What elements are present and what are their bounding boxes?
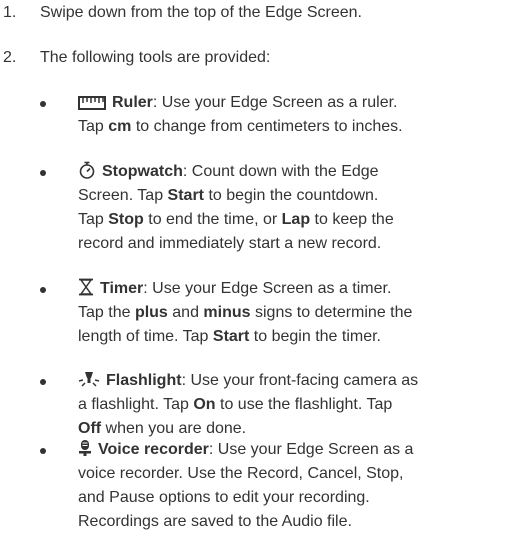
tool-name: Ruler <box>112 94 153 111</box>
step-text: The following tools are provided: <box>40 49 271 66</box>
text-run: : Use your Edge Screen as a timer. <box>143 280 392 297</box>
tool-line-2: Tap the plus and minus signs to determin… <box>78 301 508 325</box>
bold-term: Lap <box>281 211 311 228</box>
bold-term: Stop <box>108 211 144 228</box>
text-run: Tap the <box>78 304 135 321</box>
tool-description: Voice recorder: Use your Edge Screen as … <box>78 438 508 534</box>
text-run: to begin the countdown. <box>204 187 379 204</box>
text-run: Screen. Tap <box>78 187 168 204</box>
text-run: length of time. Tap <box>78 328 213 345</box>
text-run: when you are done. <box>101 420 247 437</box>
step-number: 1. <box>3 4 17 21</box>
tool-name: Timer <box>100 280 144 297</box>
bold-term: plus <box>134 304 168 321</box>
bold-term: Start <box>212 328 250 345</box>
tool-line-4: Recordings are saved to the Audio file. <box>78 510 508 534</box>
text-run: a flashlight. Tap <box>78 396 194 413</box>
tool-line-3: and Pause options to edit your recording… <box>78 486 508 510</box>
tool-description: Timer: Use your Edge Screen as a timer. … <box>78 277 508 349</box>
bullet-icon <box>40 170 46 176</box>
bold-term: cm <box>108 118 132 135</box>
tool-name: Voice recorder <box>98 441 209 458</box>
text-run: record and immediately start a new recor… <box>78 235 382 252</box>
text-run: : Use your Edge Screen as a ruler. <box>152 94 398 111</box>
tool-line-1: Flashlight: Use your front-facing camera… <box>78 369 508 393</box>
bullet-icon <box>40 448 46 454</box>
tool-name: Stopwatch <box>102 163 183 180</box>
text-run: voice recorder. Use the Record, Cancel, … <box>78 465 404 482</box>
text-run: to end the time, or <box>143 211 282 228</box>
tool-description: Ruler: Use your Edge Screen as a ruler. … <box>78 91 508 139</box>
text-run: Tap <box>78 118 109 135</box>
text-run: signs to determine the <box>250 304 413 321</box>
text-run: to begin the timer. <box>249 328 381 345</box>
text-run: : Use your front-facing camera as <box>181 372 419 389</box>
text-run: : Count down with the Edge <box>182 163 379 180</box>
bold-term: Off <box>78 420 102 437</box>
text-run: to use the flashlight. Tap <box>215 396 393 413</box>
tool-description: Stopwatch: Count down with the Edge Scre… <box>78 160 508 256</box>
text-run: Recordings are saved to the Audio file. <box>78 513 352 530</box>
bold-term: minus <box>203 304 251 321</box>
tool-line-1: Voice recorder: Use your Edge Screen as … <box>78 438 508 462</box>
tool-name: Flashlight <box>106 372 182 389</box>
text-run: to keep the <box>310 211 394 228</box>
text-run: Tap <box>78 211 109 228</box>
tool-line-1: Ruler: Use your Edge Screen as a ruler. <box>78 91 508 115</box>
text-run: : Use your Edge Screen as a <box>208 441 414 458</box>
step-text: Swipe down from the top of the Edge Scre… <box>40 4 362 21</box>
tool-line-1: Stopwatch: Count down with the Edge <box>78 160 508 184</box>
bold-term: Start <box>167 187 204 204</box>
text-run: to change from centimeters to inches. <box>131 118 403 135</box>
tool-line-3: Tap Stop to end the time, or Lap to keep… <box>78 208 508 232</box>
tool-line-1: Timer: Use your Edge Screen as a timer. <box>78 277 508 301</box>
stopwatch-icon <box>78 161 96 179</box>
tool-description: Flashlight: Use your front-facing camera… <box>78 369 508 441</box>
bullet-icon <box>40 379 46 385</box>
tool-line-2: Screen. Tap Start to begin the countdown… <box>78 184 508 208</box>
flashlight-icon <box>78 370 100 388</box>
text-run: and Pause options to edit your recording… <box>78 489 370 506</box>
tool-line-2: Tap cm to change from centimeters to inc… <box>78 115 508 139</box>
microphone-icon <box>78 439 92 457</box>
tool-line-2: a flashlight. Tap On to use the flashlig… <box>78 393 508 417</box>
tool-line-4: record and immediately start a new recor… <box>78 232 508 256</box>
bullet-icon <box>40 287 46 293</box>
ruler-icon <box>78 96 106 110</box>
text-run: and <box>167 304 204 321</box>
tool-line-2: voice recorder. Use the Record, Cancel, … <box>78 462 508 486</box>
bold-term: On <box>193 396 216 413</box>
hourglass-icon <box>78 278 94 296</box>
bullet-icon <box>40 101 46 107</box>
tool-line-3: length of time. Tap Start to begin the t… <box>78 325 508 349</box>
instructions-document: 1. Swipe down from the top of the Edge S… <box>0 0 517 546</box>
step-number: 2. <box>3 49 17 66</box>
